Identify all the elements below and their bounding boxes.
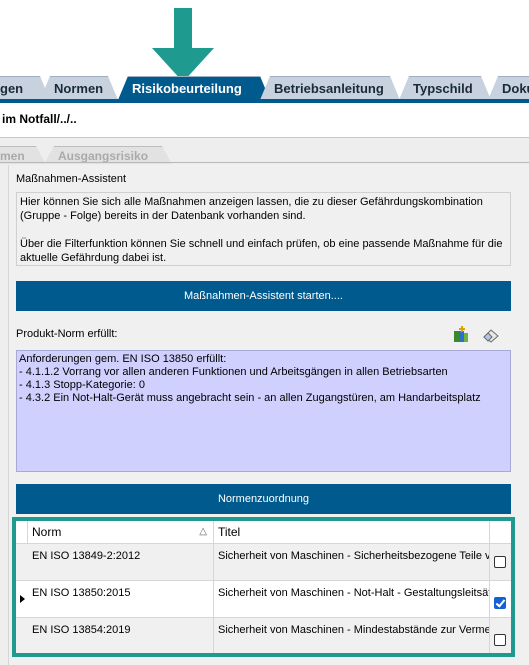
book-add-icon[interactable] <box>452 326 470 344</box>
breadcrumb: im Notfall/../.. <box>2 112 77 126</box>
requirement-line: Anforderungen gem. EN ISO 13850 erfüllt: <box>19 353 227 365</box>
titel-cell: Sicherheit von Maschinen - Mindestabstän… <box>214 618 490 653</box>
product-norm-label: Produkt-Norm erfüllt: <box>16 328 118 340</box>
tab-label: Betriebsanleitung <box>274 81 384 96</box>
norms-table: Norm △ Titel EN ISO 13849-2:2012 Sicherh… <box>16 521 511 653</box>
assistant-info-box: Hier können Sie sich alle Maßnahmen anze… <box>16 192 511 266</box>
eraser-icon[interactable] <box>482 326 500 344</box>
tab-label: Typschild <box>413 81 473 96</box>
row-checkbox[interactable] <box>494 556 506 568</box>
column-header-norm[interactable]: Norm △ <box>28 521 214 543</box>
titel-cell: Sicherheit von Maschinen - Not-Halt - Ge… <box>214 581 490 617</box>
subtab-label: Ausgangsrisiko <box>58 149 149 163</box>
column-header-label: Norm <box>32 525 62 539</box>
column-header-label: Titel <box>218 525 241 539</box>
table-header: Norm △ Titel <box>16 521 511 544</box>
tab-typschild[interactable]: Typschild <box>399 76 491 100</box>
row-checkbox[interactable] <box>494 597 506 609</box>
table-row[interactable]: EN ISO 13854:2019 Sicherheit von Maschin… <box>16 618 511 653</box>
norm-cell: EN ISO 13854:2019 <box>28 618 214 653</box>
norm-cell: EN ISO 13850:2015 <box>28 581 214 617</box>
breadcrumb-bar: im Notfall/../.. <box>0 103 529 138</box>
tab-normen[interactable]: Normen <box>40 76 118 100</box>
table-row[interactable]: EN ISO 13850:2015 Sicherheit von Maschin… <box>16 581 511 618</box>
requirement-line: - 4.3.2 Ein Not-Halt-Gerät muss angebrac… <box>19 392 481 404</box>
requirements-text-box[interactable]: Anforderungen gem. EN ISO 13850 erfüllt:… <box>16 350 511 472</box>
tab-betriebsanleitung[interactable]: Betriebsanleitung <box>260 76 400 100</box>
tab-doku[interactable]: Doku <box>488 76 529 100</box>
tab-label: Doku <box>502 81 527 96</box>
normenzuordnung-button[interactable]: Normenzuordnung <box>16 484 511 514</box>
requirement-line: - 4.1.1.2 Vorrang vor allen anderen Funk… <box>19 366 448 378</box>
requirement-line: - 4.1.3 Stopp-Kategorie: 0 <box>19 379 145 391</box>
tab-risikobeurteilung[interactable]: Risikobeurteilung <box>118 76 270 100</box>
tab-label: Risikobeurteilung <box>132 81 242 96</box>
main-tab-bar: gen Normen Risikobeurteilung Betriebsanl… <box>0 76 529 100</box>
table-row[interactable]: EN ISO 13849-2:2012 Sicherheit von Masch… <box>16 544 511 581</box>
subtab-underline <box>0 162 529 163</box>
annotation-arrow-icon <box>152 8 214 82</box>
titel-cell: Sicherheit von Maschinen - Sicherheitsbe… <box>214 544 490 580</box>
row-checkbox[interactable] <box>494 634 506 646</box>
column-header-titel[interactable]: Titel <box>214 521 490 543</box>
sort-ascending-icon: △ <box>199 526 207 537</box>
tab-label: gen <box>0 81 24 96</box>
tab-label: Normen <box>54 81 104 96</box>
assistant-title: Maßnahmen-Assistent <box>16 173 127 185</box>
current-row-indicator-icon <box>20 595 25 603</box>
norm-cell: EN ISO 13849-2:2012 <box>28 544 214 580</box>
subtab-label: men <box>0 149 25 163</box>
start-assistant-button[interactable]: Maßnahmen-Assistent starten.... <box>16 281 511 311</box>
assistant-info-text-1: Hier können Sie sich alle Maßnahmen anze… <box>20 196 483 222</box>
row-header-spacer <box>16 521 28 543</box>
assistant-info-text-2: Über die Filterfunktion können Sie schne… <box>20 238 503 264</box>
